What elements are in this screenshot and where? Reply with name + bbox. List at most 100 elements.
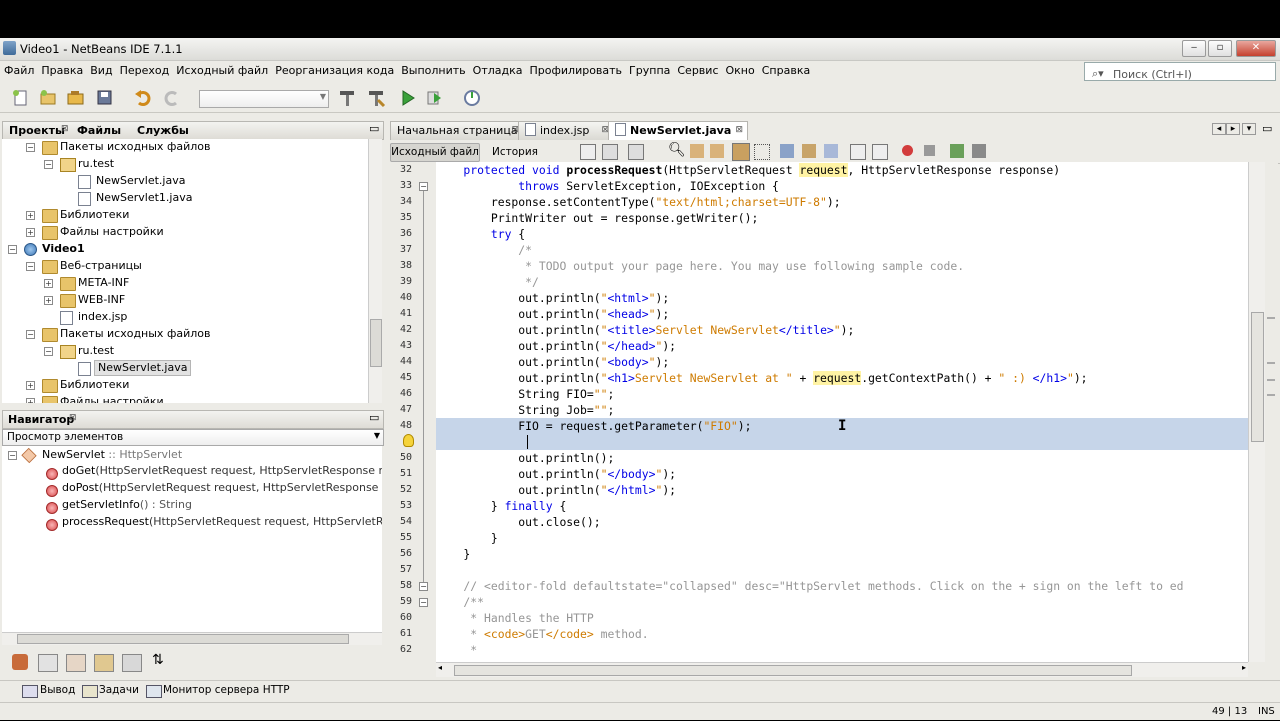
hint-bulb-icon[interactable] [403, 434, 414, 447]
redo-button[interactable] [162, 88, 182, 108]
vertical-scrollbar[interactable] [368, 139, 382, 403]
menu-tools[interactable]: Сервис [673, 61, 721, 77]
menu-help[interactable]: Справка [758, 61, 813, 77]
menu-source[interactable]: Исходный файл [172, 61, 271, 77]
debug-button[interactable] [425, 88, 445, 108]
expand-icon[interactable]: + [26, 381, 35, 390]
close-button[interactable]: ✕ [1236, 40, 1276, 57]
configuration-combo[interactable]: ▼ [199, 90, 329, 108]
http-monitor-window-button[interactable]: Монитор сервера HTTP [163, 684, 290, 696]
tree-node[interactable]: index.jsp [78, 309, 127, 325]
menu-window[interactable]: Окно [722, 61, 758, 77]
filter-icon[interactable] [12, 654, 28, 670]
maximize-button[interactable]: ▫ [1208, 40, 1232, 57]
menu-file[interactable]: Файл [0, 61, 37, 77]
forward-icon[interactable] [628, 144, 644, 160]
tree-node[interactable]: Файлы настройки [60, 224, 164, 240]
open-project-button[interactable] [66, 88, 86, 108]
editor-vscrollbar[interactable] [1248, 162, 1265, 662]
collapse-icon[interactable]: − [26, 330, 35, 339]
menu-navigate[interactable]: Переход [116, 61, 173, 77]
tree-node-selected[interactable]: NewServlet.java [94, 360, 192, 376]
tab-projects[interactable]: Проекты [9, 124, 65, 137]
menu-view[interactable]: Вид [86, 61, 115, 77]
tree-node[interactable]: WEB-INF [78, 292, 125, 308]
scroll-right-icon[interactable]: ▸ [1242, 663, 1246, 672]
find-next-icon[interactable] [710, 144, 724, 158]
next-bookmark-icon[interactable] [802, 144, 816, 158]
maximize-editor-icon[interactable]: ▭ [1262, 122, 1272, 135]
shift-left-icon[interactable] [850, 144, 866, 160]
comment-icon[interactable] [950, 144, 964, 158]
save-all-button[interactable] [95, 88, 115, 108]
minimize-panel-icon[interactable]: ▭ [369, 411, 379, 424]
fold-collapse-icon[interactable]: − [419, 182, 428, 191]
scrollbar-thumb[interactable] [454, 665, 1132, 676]
run-button[interactable] [398, 88, 418, 108]
profile-button[interactable] [462, 88, 482, 108]
menu-team[interactable]: Группа [625, 61, 673, 77]
tab-navigator[interactable]: Навигатор [8, 413, 74, 426]
tab-start-page[interactable]: Начальная страница ⊠ [390, 121, 524, 140]
tree-node[interactable]: Библиотеки [60, 207, 129, 223]
collapse-icon[interactable]: − [44, 347, 53, 356]
fold-collapse-icon[interactable]: − [419, 582, 428, 591]
minimize-button[interactable]: ‒ [1182, 40, 1206, 57]
tree-node[interactable]: ru.test [78, 343, 114, 359]
project-node-video1[interactable]: Video1 [42, 241, 85, 257]
undo-button[interactable] [133, 88, 153, 108]
new-file-button[interactable] [10, 88, 30, 108]
tree-node[interactable]: Веб-страницы [60, 258, 142, 274]
navigator-member[interactable]: processRequest(HttpServletRequest reques… [62, 514, 382, 530]
error-stripe[interactable] [1265, 162, 1278, 662]
sort-icon[interactable]: ⇅ [152, 652, 164, 668]
clean-build-button[interactable] [366, 88, 386, 108]
tree-node[interactable]: NewServlet1.java [96, 190, 192, 206]
stop-macro-icon[interactable] [924, 145, 935, 156]
find-previous-icon[interactable] [690, 144, 704, 158]
minimize-panel-icon[interactable]: ▭ [369, 122, 379, 135]
scrollbar-thumb[interactable] [370, 319, 382, 367]
filter-fields-icon[interactable] [38, 654, 58, 672]
tree-node[interactable]: META-INF [78, 275, 129, 291]
expand-icon[interactable]: + [44, 279, 53, 288]
tab-files[interactable]: Файлы [77, 124, 121, 137]
tree-node[interactable]: Библиотеки [60, 377, 129, 393]
close-icon[interactable]: ⊠ [69, 413, 77, 423]
tasks-window-button[interactable]: Задачи [99, 684, 139, 696]
tab-services[interactable]: Службы [137, 124, 189, 137]
expand-icon[interactable]: + [26, 398, 35, 403]
menu-run[interactable]: Выполнить [397, 61, 468, 77]
navigator-root[interactable]: NewServlet :: HttpServlet [42, 447, 182, 463]
code-editor[interactable]: protected void processRequest(HttpServle… [436, 162, 1248, 662]
tab-list-icon[interactable]: ▾ [1242, 123, 1256, 135]
toggle-bookmark-icon[interactable] [824, 144, 838, 158]
toggle-highlight-icon[interactable] [732, 143, 750, 161]
collapse-icon[interactable]: − [26, 143, 35, 152]
collapse-icon[interactable]: − [8, 245, 17, 254]
navigator-member[interactable]: doGet(HttpServletRequest request, HttpSe… [62, 463, 382, 479]
quick-search-field[interactable]: ⌕▾ Поиск (Ctrl+I) [1084, 62, 1276, 81]
find-icon[interactable]: 🔍︎ [668, 142, 686, 158]
fold-collapse-icon[interactable]: − [419, 598, 428, 607]
expand-icon[interactable]: + [44, 296, 53, 305]
filter-static-icon[interactable] [66, 654, 86, 672]
history-view-button[interactable]: История [492, 144, 538, 161]
navigator-member[interactable]: getServletInfo() : String [62, 497, 192, 513]
back-icon[interactable] [602, 144, 618, 160]
scrollbar-thumb[interactable] [1251, 312, 1264, 442]
uncomment-icon[interactable] [972, 144, 986, 158]
menu-debug[interactable]: Отладка [469, 61, 526, 77]
tab-index-jsp[interactable]: index.jsp ⊠ [518, 121, 614, 140]
close-icon[interactable]: ⊠ [61, 124, 69, 134]
navigator-member[interactable]: doPost(HttpServletRequest request, HttpS… [62, 480, 382, 496]
tab-newservlet-java[interactable]: NewServlet.java ⊠ [608, 121, 748, 140]
build-button[interactable] [337, 88, 357, 108]
filter-nonpublic-icon[interactable] [94, 654, 114, 672]
tree-node[interactable]: Пакеты исходных файлов [60, 139, 210, 155]
scroll-tabs-right-icon[interactable]: ▸ [1226, 123, 1240, 135]
last-edit-icon[interactable] [580, 144, 596, 160]
expand-icon[interactable]: + [26, 228, 35, 237]
tree-node[interactable]: ru.test [78, 156, 114, 172]
collapse-icon[interactable]: − [44, 160, 53, 169]
